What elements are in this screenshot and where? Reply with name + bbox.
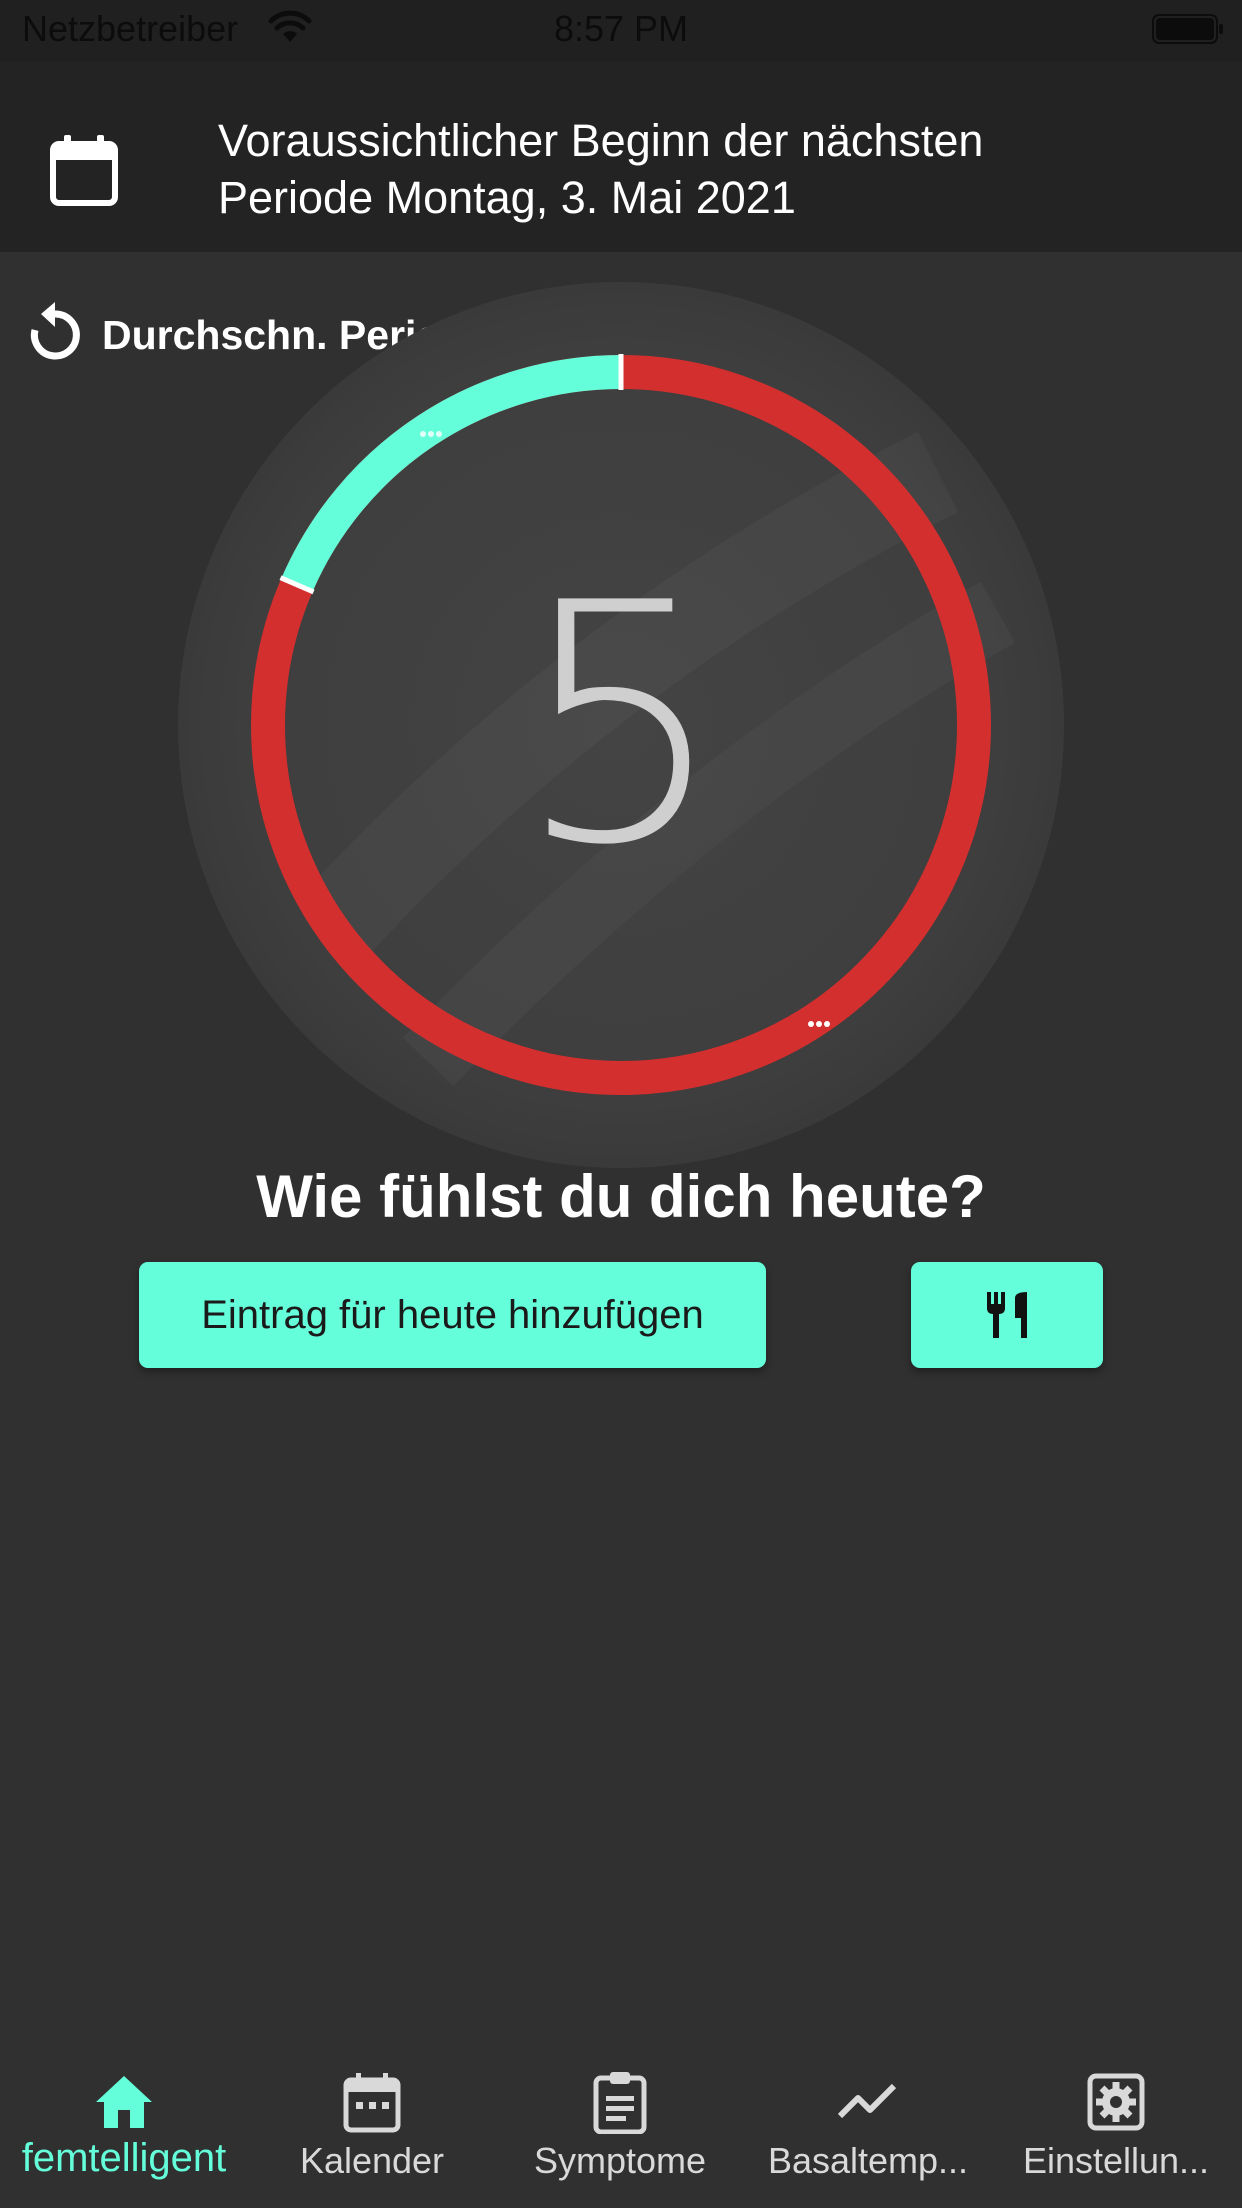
cycle-disc [178,282,1064,1168]
nav-symptoms-label: Symptome [533,2140,707,2181]
next-period-header: Voraussichtlicher Beginn der nächsten Pe… [0,62,1242,252]
cycle-ring [178,282,1064,1168]
trending-icon [837,2083,897,2119]
nav-symptoms[interactable]: Symptome [496,2040,744,2208]
nav-calendar-label: Kalender [299,2140,445,2181]
home-icon [96,2076,152,2128]
fertile-more-dots[interactable] [420,431,442,437]
restaurant-icon [987,1292,1027,1338]
nav-basal-temperature-label: Basaltemp... [767,2140,969,2181]
add-entry-button[interactable]: Eintrag für heute hinzufügen [139,1262,766,1368]
calendar-icon[interactable] [50,134,118,206]
bottom-navigation: femtelligent Kalender Symptome Basaltemp… [0,2040,1242,2208]
mood-question: Wie fühlst du dich heute? [256,1163,986,1230]
nav-home-label: femtelligent [21,2136,227,2180]
next-period-line2: Periode Montag, 3. Mai 2021 [218,172,796,223]
nav-settings[interactable]: Einstellun... [992,2040,1240,2208]
period-more-dots[interactable] [808,1021,830,1027]
status-bar: Netzbetreiber 8:57 PM [0,0,1242,62]
nav-basal-temperature[interactable]: Basaltemp... [744,2040,992,2208]
refresh-icon[interactable] [26,300,84,364]
battery-icon [1152,14,1223,44]
nav-settings-label: Einstellun... [1022,2140,1210,2181]
nav-calendar[interactable]: Kalender [248,2040,496,2208]
next-period-line1: Voraussichtlicher Beginn der nächsten [218,115,984,166]
next-period-text: Voraussichtlicher Beginn der nächsten Pe… [218,112,1208,226]
calendar-icon [343,2073,401,2133]
clipboard-icon [593,2072,647,2134]
settings-icon [1087,2073,1145,2131]
status-time: 8:57 PM [553,8,689,49]
nutrition-button[interactable] [911,1262,1103,1368]
cycle-wheel: 5 [178,282,1064,1168]
nav-home[interactable]: femtelligent [0,2040,248,2208]
